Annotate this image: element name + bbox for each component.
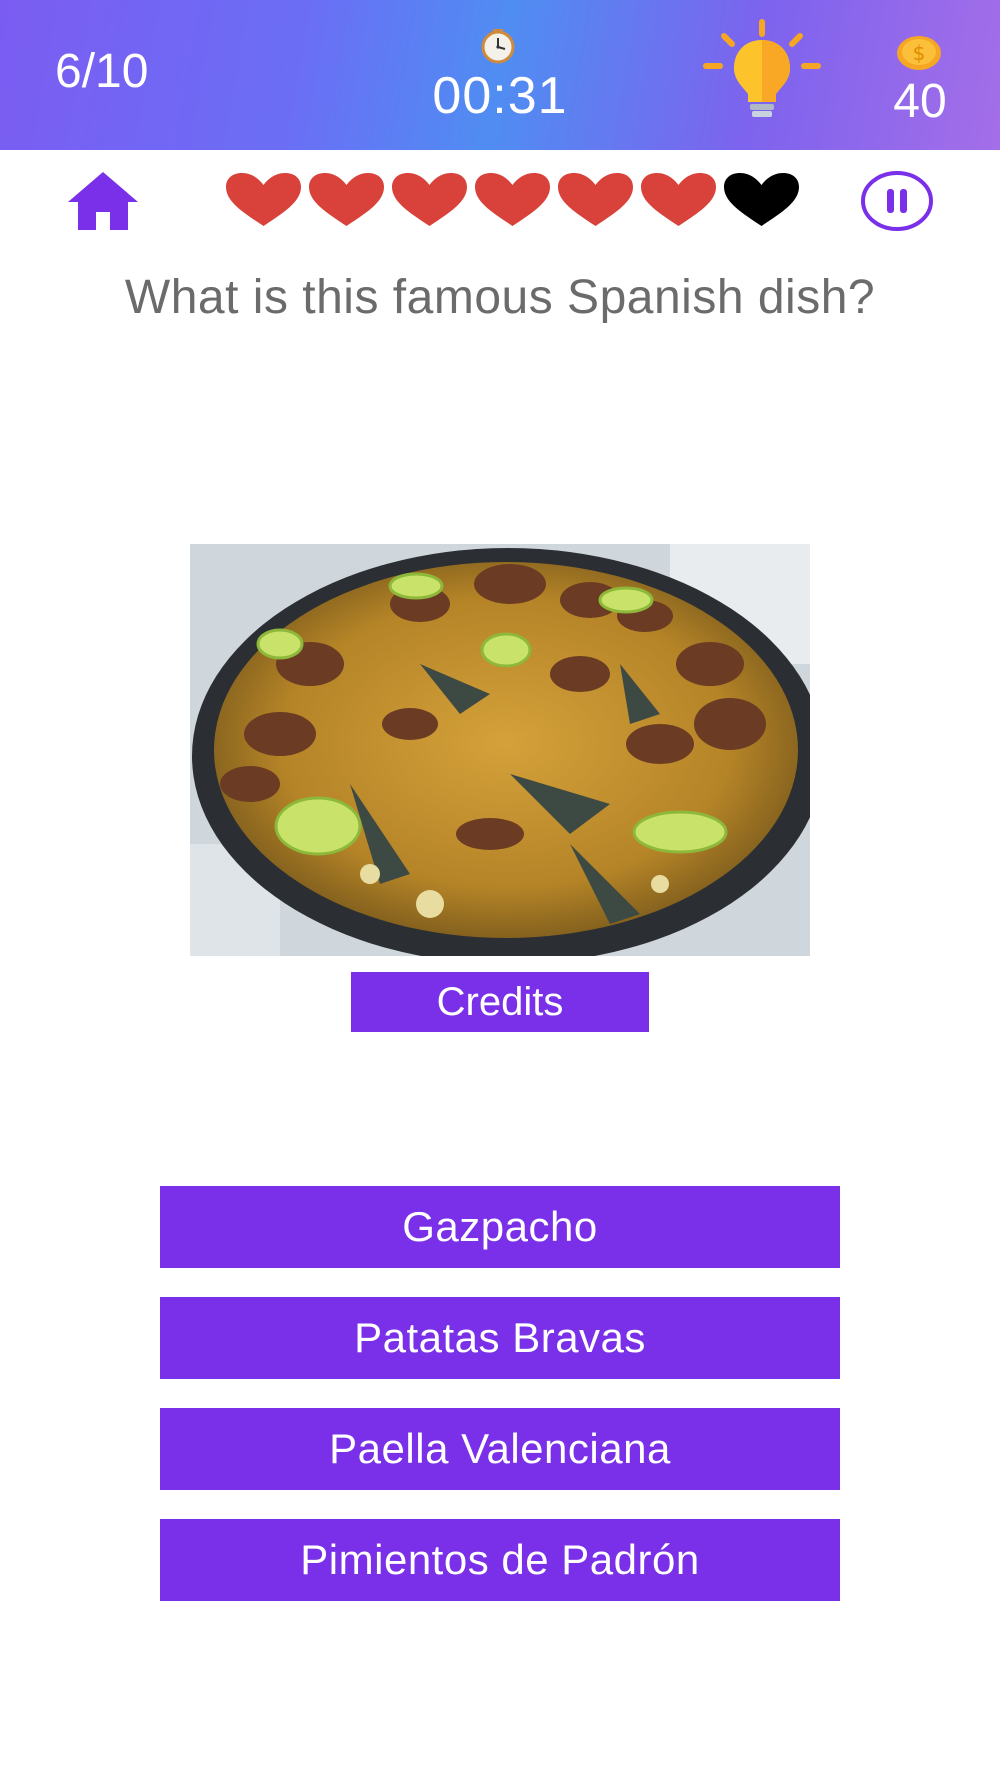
answer-option-patatas-bravas[interactable]: Patatas Bravas (160, 1297, 840, 1379)
heart-icon (475, 173, 550, 226)
paella-photo (190, 544, 810, 956)
heart-icon (309, 173, 384, 226)
lightbulb-icon[interactable] (700, 18, 824, 120)
top-bar: 6/10 00:31 $ 40 (0, 0, 1000, 150)
heart-icon (392, 173, 467, 226)
lives-bar (224, 172, 804, 232)
credits-button[interactable]: Credits (351, 972, 649, 1032)
answer-option-paella-valenciana[interactable]: Paella Valenciana (160, 1408, 840, 1490)
question-text: What is this famous Spanish dish? (124, 271, 876, 324)
heart-icon (558, 173, 633, 226)
clock-icon (481, 29, 515, 64)
heart-icon (226, 173, 301, 226)
coin-count: 40 (893, 75, 947, 128)
pause-icon[interactable] (860, 170, 934, 232)
coin-icon: $ (897, 36, 941, 70)
answer-option-gazpacho[interactable]: Gazpacho (160, 1186, 840, 1268)
lost-heart-icon (724, 173, 799, 226)
answer-option-pimientos-de-padron[interactable]: Pimientos de Padrón (160, 1519, 840, 1601)
home-icon[interactable] (66, 170, 140, 232)
heart-icon (641, 173, 716, 226)
question-progress: 6/10 (55, 45, 149, 98)
svg-text:$: $ (913, 41, 926, 65)
timer: 00:31 (432, 67, 568, 125)
answer-options: Gazpacho Patatas Bravas Paella Valencian… (160, 1186, 840, 1630)
